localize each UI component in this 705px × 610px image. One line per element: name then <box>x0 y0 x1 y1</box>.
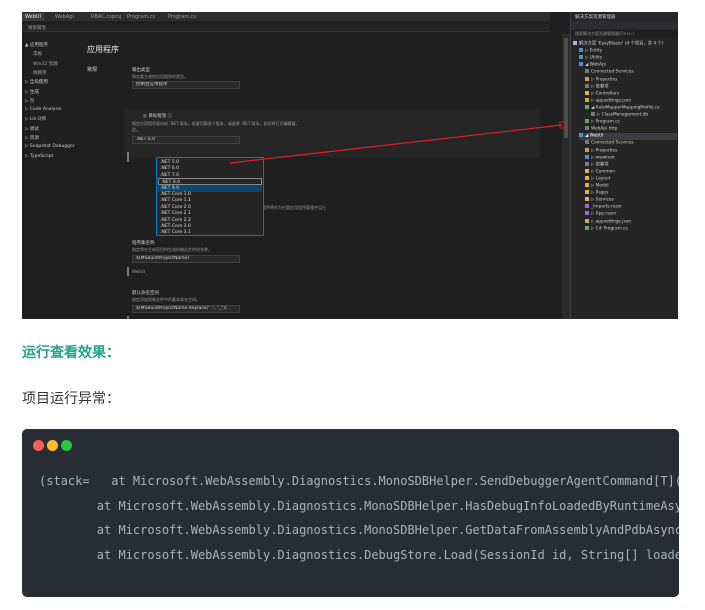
code-text: at Microsoft.WebAssembly.Diagnostics.Mon… <box>39 523 679 537</box>
code-line: at Microsoft.WebAssembly.Diagnostics.Mon… <box>39 494 679 519</box>
code-text: (stack= at Microsoft.WebAssembly.Diagnos… <box>39 474 679 488</box>
maximize-dot-icon <box>61 440 72 451</box>
section-heading: 运行查看效果： <box>22 345 120 361</box>
vs-screenshot: WebUI WebApi RBAC.csproj Program.cs Prog… <box>22 12 678 319</box>
annotation-arrow <box>229 121 567 164</box>
code-text: at Microsoft.WebAssembly.Diagnostics.Mon… <box>39 498 679 513</box>
minimize-dot-icon <box>47 440 58 451</box>
code-line: (stack= at Microsoft.WebAssembly.Diagnos… <box>39 469 679 494</box>
code-block: (stack= at Microsoft.WebAssembly.Diagnos… <box>22 429 679 597</box>
code-text: at Microsoft.WebAssembly.Diagnostics.Deb… <box>39 547 679 562</box>
error-paragraph: 项目运行异常： <box>22 391 120 407</box>
code-line: at Microsoft.WebAssembly.Diagnostics.Deb… <box>39 543 679 568</box>
close-dot-icon <box>33 440 44 451</box>
stack-trace: (stack= at Microsoft.WebAssembly.Diagnos… <box>39 469 679 567</box>
code-line: at Microsoft.WebAssembly.Diagnostics.Mon… <box>39 518 679 543</box>
